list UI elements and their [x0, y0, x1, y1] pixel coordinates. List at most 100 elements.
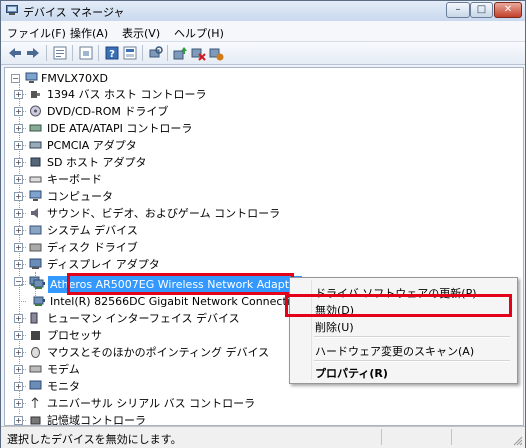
refresh-icon[interactable] [78, 45, 94, 61]
tree-cat-label: コンピュータ [47, 190, 113, 203]
tree-cat-label: ディスク ドライブ [47, 241, 138, 254]
tree-root[interactable]: − FMVLX70XD [11, 70, 211, 87]
tree-cat-label: DVD/CD-ROM ドライブ [47, 105, 169, 118]
tree-cat-item[interactable]: + システム デバイス [14, 222, 327, 239]
menu-view[interactable]: 表示(V) [122, 25, 160, 41]
monitor-icon [29, 380, 42, 390]
tree-cat-item[interactable]: + DVD/CD-ROM ドライブ [14, 103, 327, 120]
close-button[interactable]: ✕ [494, 2, 522, 18]
tree-cat-item[interactable]: + IDE ATA/ATAPI コントローラ [14, 120, 327, 137]
expand-toggle[interactable]: + [14, 348, 23, 357]
modem-icon [29, 365, 42, 373]
annotation-highlight-disable [285, 294, 512, 317]
toolbar-separator [46, 45, 47, 61]
menu-help[interactable]: ヘルプ(H) [174, 25, 224, 41]
tree-item-intel[interactable]: Intel(R) 82566DC Gigabit Network Connect… [19, 293, 304, 310]
show-hidden-icon[interactable] [122, 45, 138, 61]
resize-grip-icon[interactable] [513, 436, 523, 446]
storage-controller-icon [30, 416, 41, 425]
usb-icon [31, 397, 39, 408]
toolbar: ? [1, 42, 525, 65]
tree-cat-after-item[interactable]: + プロセッサ [14, 327, 327, 344]
tree-cat-after-item[interactable]: + モニタ [14, 378, 327, 395]
expand-toggle[interactable]: + [14, 416, 23, 425]
tree-connector [19, 284, 26, 285]
expand-toggle[interactable]: + [14, 331, 23, 340]
network-adapter-icon [33, 279, 45, 289]
window-title: デバイス マネージャ [23, 6, 125, 19]
tree-cat-after-item[interactable]: + ヒューマン インターフェイス デバイス [14, 310, 327, 327]
menu-bar: ファイル(F) 操作(A) 表示(V) ヘルプ(H) [1, 21, 525, 42]
computer-icon [25, 72, 38, 83]
minimize-button[interactable]: – [446, 2, 470, 18]
disable-device-icon[interactable] [190, 45, 206, 61]
tree-cat-item[interactable]: + キーボード [14, 171, 327, 188]
tree-cat-after-item[interactable]: + 記憶域コントローラ [14, 412, 327, 425]
update-driver-icon[interactable] [172, 45, 188, 61]
tree-cat-item[interactable]: + コンピュータ [14, 188, 327, 205]
expand-toggle[interactable]: + [14, 124, 23, 133]
uninstall-device-icon[interactable] [208, 45, 224, 61]
tree-cat-after-label: モデム [47, 363, 80, 376]
dvd-drive-icon [30, 105, 41, 117]
forward-arrow-icon[interactable] [25, 45, 41, 61]
tree-cat-after-label: ヒューマン インターフェイス デバイス [47, 312, 240, 325]
expand-toggle[interactable]: + [14, 141, 23, 150]
tree-item-intel-label: Intel(R) 82566DC Gigabit Network Connect… [50, 295, 304, 308]
expand-toggle[interactable]: + [14, 260, 23, 269]
device-manager-icon [6, 5, 18, 15]
network-adapter-icon [33, 296, 45, 306]
expand-toggle[interactable]: + [14, 192, 23, 201]
expand-toggle[interactable]: + [14, 107, 23, 116]
expand-toggle[interactable]: + [14, 90, 23, 99]
tree-cat-item[interactable]: + サウンド、ビデオ、およびゲーム コントローラ [14, 205, 327, 222]
tree-cat-item[interactable]: +1394 バス ホスト コントローラ [14, 86, 327, 103]
processor-icon [31, 331, 40, 340]
tree-cat-after-label: プロセッサ [47, 329, 102, 342]
tree-cat-label: ディスプレイ アダプタ [47, 258, 160, 271]
ieee1394-icon [31, 91, 40, 98]
context-properties[interactable]: プロパティ(R) [315, 365, 388, 381]
properties-icon[interactable] [52, 45, 68, 61]
tree-cat-after-item[interactable]: + マウスとそのほかのポインティング デバイス [14, 344, 327, 361]
expand-toggle[interactable]: + [14, 365, 23, 374]
title-bar[interactable]: デバイス マネージャ – □ ✕ [1, 1, 525, 21]
expand-toggle[interactable]: + [14, 175, 23, 184]
hid-icon [30, 312, 38, 324]
tree-cat-label: サウンド、ビデオ、およびゲーム コントローラ [47, 207, 281, 220]
scan-hardware-icon[interactable] [147, 45, 163, 61]
expand-toggle[interactable]: + [14, 226, 23, 235]
tree-cat-after-item[interactable]: + ユニバーサル シリアル バス コントローラ [14, 395, 327, 412]
help-icon[interactable]: ? [104, 45, 120, 61]
expand-toggle[interactable]: + [14, 243, 23, 252]
tree-cat-item[interactable]: + PCMCIA アダプタ [14, 137, 327, 154]
tree-cat-after-item[interactable]: + モデム [14, 361, 327, 378]
status-bar: 選択したデバイスを無効にします。 [1, 426, 525, 448]
context-separator [314, 360, 510, 362]
expand-toggle[interactable]: + [14, 382, 23, 391]
expand-toggle[interactable]: + [14, 314, 23, 323]
tree-cat-item[interactable]: + ディスク ドライブ [14, 239, 327, 256]
expand-toggle[interactable]: + [14, 158, 23, 167]
tree-cat-item[interactable]: + ディスプレイ アダプタ [14, 256, 327, 273]
tree-cat-label: IDE ATA/ATAPI コントローラ [47, 122, 193, 135]
maximize-button[interactable]: □ [470, 2, 493, 18]
computer-icon [29, 190, 42, 201]
context-uninstall[interactable]: 削除(U) [315, 319, 354, 335]
back-arrow-icon[interactable] [7, 45, 23, 61]
context-separator [314, 336, 510, 338]
sd-host-icon [30, 157, 41, 167]
expand-toggle[interactable]: + [14, 209, 23, 218]
context-scan-hardware[interactable]: ハードウェア変更のスキャン(A) [315, 343, 474, 359]
expand-toggle[interactable]: + [14, 399, 23, 408]
status-pane-divider [451, 429, 452, 445]
tree-cat-item[interactable]: + SD ホスト アダプタ [14, 154, 327, 171]
collapse-toggle[interactable]: − [11, 74, 20, 83]
tree-cat-label: 1394 バス ホスト コントローラ [47, 88, 207, 101]
menu-action[interactable]: 操作(A) [70, 25, 108, 41]
disk-drive-icon [29, 243, 42, 252]
device-manager-window: デバイス マネージャ – □ ✕ ファイル(F) 操作(A) 表示(V) ヘルプ… [0, 0, 526, 448]
menu-file[interactable]: ファイル(F) [7, 25, 66, 41]
toolbar-separator [167, 45, 168, 61]
svg-text:?: ? [109, 49, 115, 60]
